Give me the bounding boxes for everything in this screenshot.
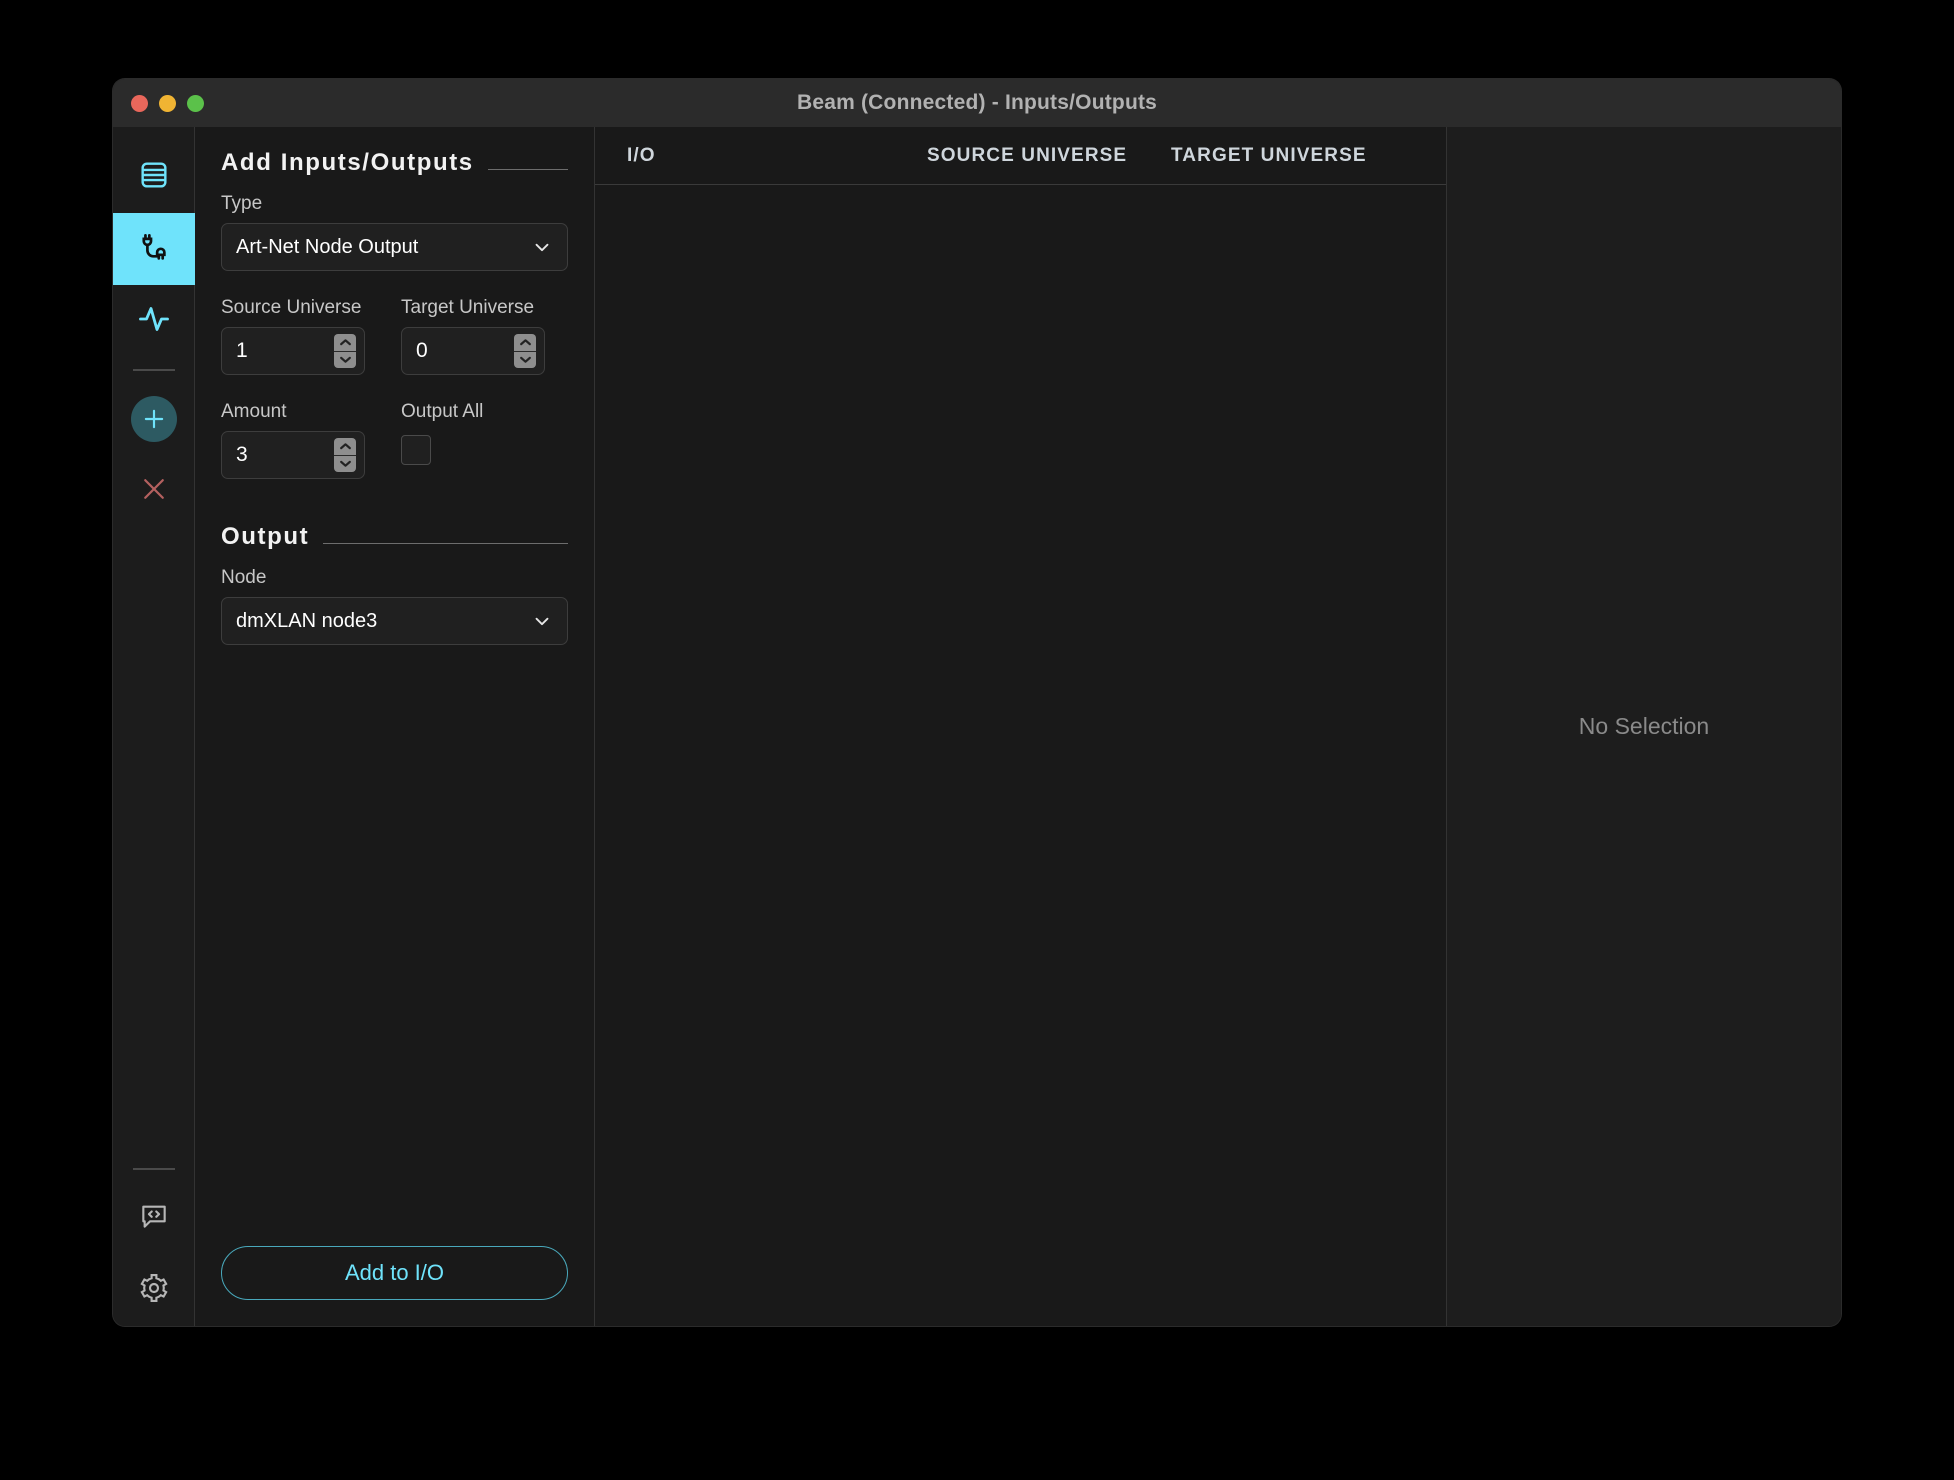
spin-down-icon[interactable]: [514, 351, 536, 368]
activity-pulse-icon: [136, 301, 172, 342]
output-section-rule: [323, 542, 568, 544]
rail-item-inputs-outputs[interactable]: [113, 213, 195, 285]
add-section-title: Add Inputs/Outputs: [221, 149, 474, 176]
add-inputs-outputs-panel: Add Inputs/Outputs Type Art-Net Node Out…: [195, 127, 595, 1326]
spin-up-icon[interactable]: [334, 334, 356, 352]
amount-row: Amount 3 Output All: [221, 401, 568, 479]
io-table-panel: I/O SOURCE UNIVERSE TARGET UNIVERSE: [595, 127, 1447, 1326]
column-header-io[interactable]: I/O: [627, 145, 927, 167]
universe-row: Source Universe 1 Target Universe 0: [221, 297, 568, 375]
amount-field: Amount 3: [221, 401, 365, 479]
spin-down-icon[interactable]: [334, 455, 356, 472]
rail-item-add[interactable]: [113, 383, 195, 455]
spin-up-icon[interactable]: [514, 334, 536, 352]
chevron-down-icon: [531, 236, 553, 258]
source-universe-stepper[interactable]: 1: [221, 327, 365, 375]
close-window-button[interactable]: [131, 94, 148, 112]
no-selection-message: No Selection: [1578, 713, 1710, 739]
close-x-icon: [139, 474, 169, 509]
type-label: Type: [221, 193, 263, 214]
rail-item-settings[interactable]: [113, 1254, 195, 1326]
plus-icon: [130, 396, 177, 442]
output-all-checkbox[interactable]: [401, 435, 431, 465]
plug-cable-icon: [136, 229, 172, 270]
source-universe-value: 1: [236, 339, 248, 362]
target-universe-field: Target Universe 0: [401, 297, 545, 375]
maximize-window-button[interactable]: [187, 94, 204, 112]
add-to-io-button[interactable]: Add to I/O: [221, 1246, 568, 1300]
window-title: Beam (Connected) - Inputs/Outputs: [796, 91, 1158, 114]
type-select[interactable]: Art-Net Node Output: [221, 223, 568, 271]
column-header-target-universe[interactable]: TARGET UNIVERSE: [1171, 145, 1367, 167]
add-section-rule: [487, 168, 568, 170]
amount-stepper[interactable]: 3: [221, 431, 365, 479]
rail-item-delete[interactable]: [113, 455, 195, 527]
spin-down-icon[interactable]: [334, 351, 356, 368]
column-header-source-universe[interactable]: SOURCE UNIVERSE: [927, 145, 1171, 167]
target-universe-spin-arrows[interactable]: [514, 334, 536, 368]
node-select[interactable]: dmXLAN node3: [221, 597, 568, 645]
node-label: Node: [221, 567, 267, 588]
source-universe-field: Source Universe 1: [221, 297, 365, 375]
source-universe-label: Source Universe: [221, 297, 362, 318]
minimize-window-button[interactable]: [159, 94, 176, 112]
type-select-value: Art-Net Node Output: [236, 235, 419, 258]
app-window: Beam (Connected) - Inputs/Outputs Add In…: [113, 79, 1841, 1326]
target-universe-stepper[interactable]: 0: [401, 327, 545, 375]
rail-divider-bottom: [132, 1168, 175, 1170]
output-all-field: Output All: [401, 401, 545, 479]
source-universe-spin-arrows[interactable]: [334, 334, 356, 368]
window-body: Add Inputs/Outputs Type Art-Net Node Out…: [113, 127, 1841, 1326]
output-section-title: Output: [221, 523, 310, 550]
amount-value: 3: [236, 443, 248, 466]
rail-divider-top: [132, 369, 175, 371]
node-select-value: dmXLAN node3: [236, 609, 378, 632]
gear-icon: [138, 1272, 170, 1309]
io-table-body[interactable]: [595, 185, 1446, 1326]
amount-spin-arrows[interactable]: [334, 438, 356, 472]
list-icon: [137, 158, 171, 197]
traffic-lights: [131, 94, 204, 112]
rail-item-console[interactable]: [113, 1182, 195, 1254]
rail-item-monitor[interactable]: [113, 285, 195, 357]
title-bar: Beam (Connected) - Inputs/Outputs: [113, 79, 1841, 127]
amount-label: Amount: [221, 401, 287, 422]
target-universe-label: Target Universe: [401, 297, 535, 318]
icon-rail: [113, 127, 195, 1326]
target-universe-value: 0: [416, 339, 428, 362]
io-table-header: I/O SOURCE UNIVERSE TARGET UNIVERSE: [595, 127, 1446, 185]
detail-panel: No Selection: [1447, 127, 1841, 1326]
add-section-header: Add Inputs/Outputs: [221, 149, 568, 177]
rail-item-patch[interactable]: [113, 141, 195, 213]
output-section-header: Output: [221, 523, 568, 551]
chevron-down-icon: [531, 610, 553, 632]
code-bubble-icon: [138, 1200, 170, 1237]
spin-up-icon[interactable]: [334, 438, 356, 456]
panel-footer: Add to I/O: [221, 1246, 568, 1300]
output-all-label: Output All: [401, 401, 484, 422]
